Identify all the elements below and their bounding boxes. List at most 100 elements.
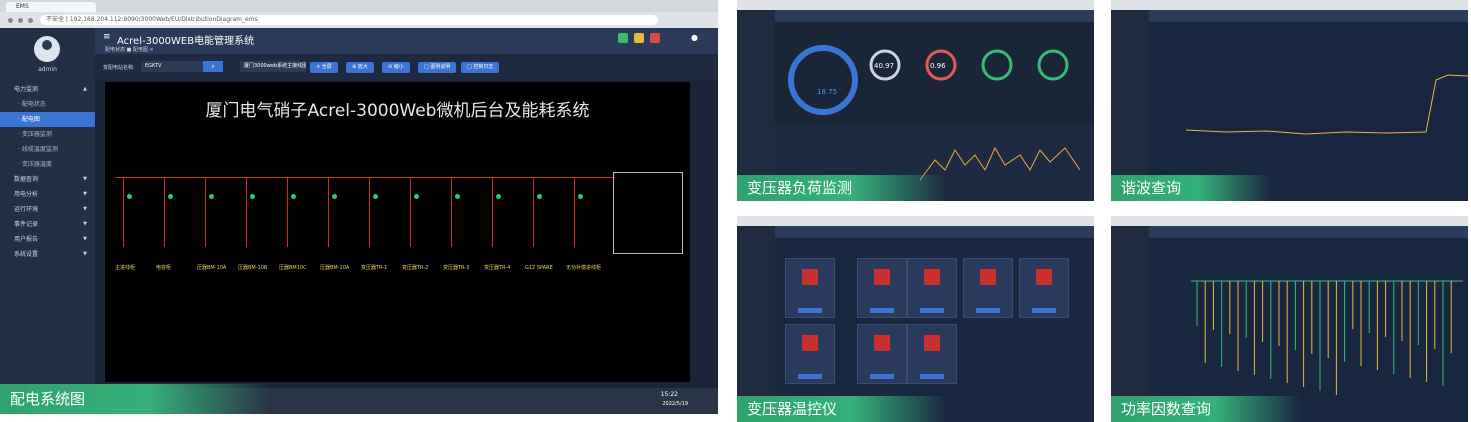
gauge (981, 49, 1013, 81)
app-title: Acrel-3000WEB电能管理系统 (117, 36, 255, 47)
back-icon[interactable] (8, 18, 13, 23)
temp-card[interactable] (907, 258, 957, 318)
transformer-icon (924, 269, 940, 285)
temp-card[interactable] (785, 324, 835, 384)
address-bar[interactable]: 不安全 | 192.168.204.112:9090/3000Web/EU/Di… (40, 15, 658, 25)
notify-icon[interactable] (618, 33, 628, 43)
alert-icon[interactable] (634, 33, 644, 43)
switch-status-icon[interactable] (455, 194, 460, 199)
feeder-line (287, 177, 288, 247)
temp-card[interactable] (963, 258, 1013, 318)
sidebar-menu: 电力监测 ▲ · 配电状态 · 配电图 · 变压器监测 · 线缆温度监测 · 变压… (0, 82, 95, 262)
temp-card[interactable] (785, 258, 835, 318)
menu-item-cable-temp[interactable]: · 线缆温度监测 (0, 142, 95, 157)
detail-button[interactable] (870, 374, 894, 379)
browser-chrome (1111, 0, 1468, 10)
temp-card[interactable] (907, 324, 957, 384)
menu-item-usage-analysis[interactable]: 用电分析 ▼ (0, 187, 95, 202)
transformer-icon (874, 335, 890, 351)
panel-temp-controller: 变压器温控仪 (737, 216, 1094, 422)
user-icon[interactable]: ● (691, 33, 698, 42)
switch-status-icon[interactable] (373, 194, 378, 199)
detail-button[interactable] (798, 308, 822, 313)
switch-status-icon[interactable] (291, 194, 296, 199)
detail-button[interactable] (1032, 308, 1056, 313)
switch-status-icon[interactable] (332, 194, 337, 199)
avatar[interactable] (34, 36, 60, 62)
feeder-line (246, 177, 247, 247)
chevron-down-icon: ▼ (83, 221, 87, 227)
switch-status-icon[interactable] (578, 194, 583, 199)
station-input[interactable]: EGKTV (141, 61, 205, 72)
feeder-line (533, 177, 534, 247)
app-header: ≡ Acrel-3000WEB电能管理系统 配电状态 ■ 配电图 × ● (95, 28, 718, 54)
switch-status-icon[interactable] (168, 194, 173, 199)
switch-status-icon[interactable] (496, 194, 501, 199)
feeder-label: 无功补偿进线柜 (566, 265, 602, 271)
control-log-button[interactable]: □ 控制日志 (461, 62, 500, 73)
gauge-value: 0.96 (930, 62, 946, 70)
menu-item-event-log[interactable]: 事件记录 ▼ (0, 217, 95, 232)
menu-item-distribution-status[interactable]: · 配电状态 (0, 97, 95, 112)
temp-card[interactable] (857, 324, 907, 384)
switch-status-icon[interactable] (250, 194, 255, 199)
panel-transformer-load: 18.75 40.97 0.96 变压器负荷监测 (737, 0, 1094, 201)
alarm-icon[interactable] (650, 33, 660, 43)
temp-card[interactable] (1019, 258, 1069, 318)
fullscreen-button[interactable]: ✛ 全屏 (310, 62, 338, 73)
feeder-label: G12 SPARE (525, 265, 553, 271)
feeder-line (328, 177, 329, 247)
switch-status-icon[interactable] (209, 194, 214, 199)
app-header (1149, 10, 1468, 22)
browser-tab[interactable]: EMS (6, 2, 96, 12)
menu-toggle-icon[interactable]: ≡ (103, 32, 111, 42)
transformer-icon (802, 269, 818, 285)
menu-item-environment[interactable]: 运行环境 ▼ (0, 202, 95, 217)
detail-button[interactable] (920, 308, 944, 313)
feeder-label: 压器BM-10A (197, 265, 227, 271)
busbar (115, 177, 615, 178)
zoom-in-button[interactable]: ⊕ 放大 (346, 62, 374, 73)
forward-icon[interactable] (18, 18, 23, 23)
power-factor-chart (1191, 280, 1463, 395)
switch-status-icon[interactable] (127, 194, 132, 199)
menu-item-distribution-diagram[interactable]: · 配电图 (0, 112, 95, 127)
single-line-diagram[interactable]: 厦门电气硝子Acrel-3000Web微机后台及能耗系统 主进线柜 电容柜 压器BM… (105, 82, 690, 382)
menu-item-system-settings[interactable]: 系统设置 ▼ (0, 247, 95, 262)
station-label: 变配电站名称: (103, 65, 135, 71)
feeder-line (123, 177, 124, 247)
transformer-icon (802, 335, 818, 351)
taskbar-time: 15:22 (660, 391, 678, 398)
diagram-select[interactable]: 厦门3000web系统主接线图 (240, 61, 306, 72)
feeder-line (492, 177, 493, 247)
chevron-up-icon: ▲ (83, 86, 87, 92)
feeder-line (574, 177, 575, 247)
menu-item-user-report[interactable]: 用户报告 ▼ (0, 232, 95, 247)
detail-button[interactable] (798, 374, 822, 379)
legend-button[interactable]: □ 图例说明 (418, 62, 457, 73)
caption-temp-controller: 变压器温控仪 (737, 396, 947, 422)
switch-status-icon[interactable] (537, 194, 542, 199)
browser-chrome (1111, 216, 1468, 226)
menu-item-power-monitor[interactable]: 电力监测 ▲ (0, 82, 95, 97)
panel-distribution-diagram: EMS 不安全 | 192.168.204.112:9090/3000Web/E… (0, 0, 718, 414)
menu-item-transformer-temp[interactable]: · 变压器温度 (0, 157, 95, 172)
menu-item-transformer-monitor[interactable]: · 变压器监测 (0, 127, 95, 142)
app-header (775, 226, 1094, 238)
panel-harmonic-query: 谐波查询 (1111, 0, 1468, 201)
detail-button[interactable] (870, 308, 894, 313)
detail-button[interactable] (920, 374, 944, 379)
breadcrumb[interactable]: 配电状态 ■ 配电图 × (105, 46, 154, 53)
reload-icon[interactable] (28, 18, 33, 23)
sidebar (737, 10, 775, 201)
load-value: 18.75 (817, 88, 838, 96)
switch-status-icon[interactable] (414, 194, 419, 199)
zoom-out-button[interactable]: ⊖ 缩小 (382, 62, 410, 73)
detail-button[interactable] (976, 308, 1000, 313)
diagram-title: 厦门电气硝子Acrel-3000Web微机后台及能耗系统 (205, 101, 590, 121)
temp-card[interactable] (857, 258, 907, 318)
transformer-icon (1036, 269, 1052, 285)
search-icon[interactable]: ⌕ (203, 61, 223, 72)
menu-item-data-query[interactable]: 数据查询 ▼ (0, 172, 95, 187)
load-gauge (788, 45, 858, 115)
